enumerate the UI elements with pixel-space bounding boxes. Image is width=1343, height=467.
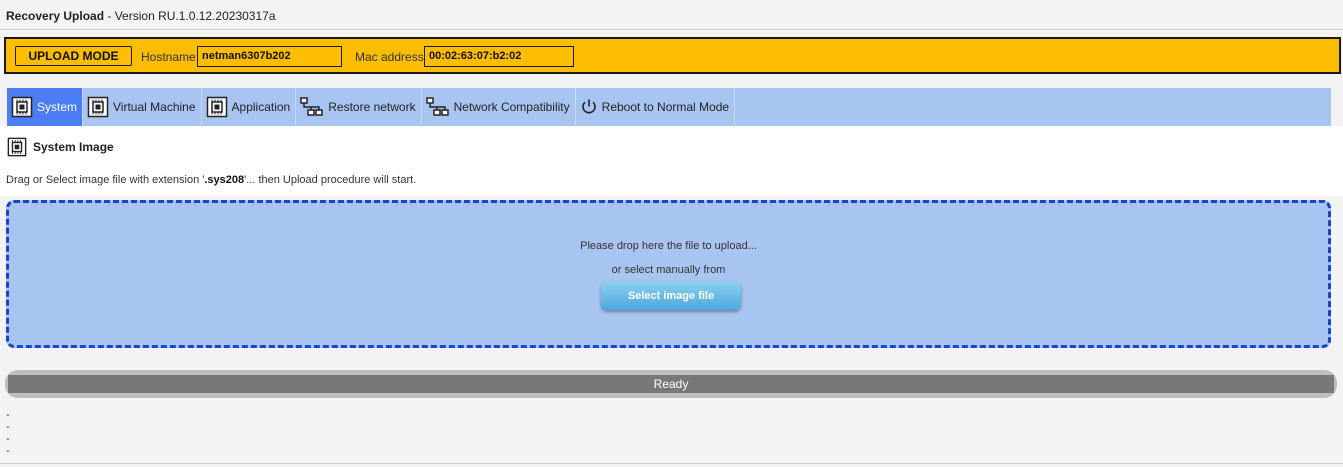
upload-instructions: Drag or Select image file with extension… (6, 174, 416, 186)
log-area: - - - - (6, 409, 10, 457)
network-icon (425, 97, 450, 117)
tab-label: Application (231, 100, 291, 114)
app-title: Recovery Upload (6, 9, 105, 23)
instruction-pre: Drag or Select image file with extension… (6, 174, 205, 186)
chip-icon (11, 96, 33, 118)
divider (0, 463, 1343, 464)
tab-label: Virtual Machine (113, 100, 196, 114)
content-panel: System Image Drag or Select image file w… (0, 126, 1343, 196)
status-text: Ready (8, 375, 1334, 393)
section-title: System Image (7, 137, 114, 157)
hostname-field: netman6307b202 (197, 46, 342, 67)
version-text: - Version RU.1.0.12.20230317a (104, 9, 276, 23)
drop-text: Please drop here the file to upload... (580, 240, 757, 252)
section-title-text: System Image (33, 140, 114, 154)
tab-reboot-normal-mode[interactable]: Reboot to Normal Mode (576, 88, 736, 126)
chip-icon (206, 96, 228, 118)
log-line: - (6, 409, 10, 421)
progress-bar: Ready (5, 370, 1337, 398)
tab-application[interactable]: Application (202, 88, 297, 126)
tab-network-compatibility[interactable]: Network Compatibility (422, 88, 576, 126)
instruction-post: '... then Upload procedure will start. (244, 174, 417, 186)
or-select-text: or select manually from (611, 264, 726, 276)
tab-label: Reboot to Normal Mode (601, 100, 730, 114)
power-icon (580, 98, 598, 116)
mode-bar: UPLOAD MODE Hostname: netman6307b202 Mac… (4, 37, 1341, 74)
tab-label: Network Compatibility (453, 100, 570, 114)
network-icon (300, 97, 324, 117)
upload-mode-button[interactable]: UPLOAD MODE (15, 46, 132, 66)
tab-bar: System Virtual Machine Application Resto… (7, 88, 1331, 126)
tab-label: System (37, 100, 78, 114)
mac-address-field: 00:02:63:07:b2:02 (424, 46, 574, 67)
chip-icon (7, 137, 27, 157)
log-line: - (6, 445, 10, 457)
file-extension: .sys208 (204, 174, 245, 186)
select-image-file-button[interactable]: Select image file (601, 281, 741, 310)
hostname-label: Hostname: (141, 50, 200, 64)
log-line: - (6, 421, 10, 433)
title-bar: Recovery Upload - Version RU.1.0.12.2023… (0, 0, 1343, 30)
mac-address-label: Mac address: (355, 50, 428, 64)
tab-system[interactable]: System (7, 88, 84, 126)
tab-virtual-machine[interactable]: Virtual Machine (83, 88, 202, 126)
chip-icon (87, 96, 109, 118)
log-line: - (6, 433, 10, 445)
file-drop-zone[interactable]: Please drop here the file to upload... o… (6, 200, 1331, 348)
tab-label: Restore network (328, 100, 416, 114)
tab-restore-network[interactable]: Restore network (296, 88, 422, 126)
